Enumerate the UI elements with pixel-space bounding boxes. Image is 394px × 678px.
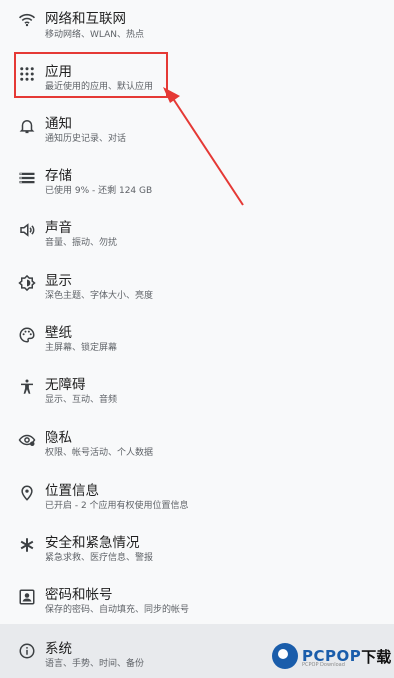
settings-item-subtitle: 已开启 - 2 个应用有权使用位置信息 — [45, 501, 189, 511]
settings-item-subtitle: 移动网络、WLAN、热点 — [45, 30, 145, 40]
bell-icon — [18, 117, 36, 135]
settings-item-title: 位置信息 — [45, 483, 99, 499]
palette-icon — [18, 326, 36, 344]
watermark-tagline: PCPOP Download — [302, 662, 345, 668]
asterisk-icon — [18, 536, 36, 554]
settings-item-title: 系统 — [45, 641, 72, 657]
settings-item-title: 网络和互联网 — [45, 11, 126, 27]
settings-item-title: 声音 — [45, 220, 72, 236]
settings-item-subtitle: 权限、帐号活动、个人数据 — [45, 448, 154, 458]
info-icon — [18, 642, 36, 660]
settings-item-title: 安全和紧急情况 — [45, 535, 140, 551]
settings-item-subtitle: 深色主题、字体大小、亮度 — [45, 291, 154, 301]
settings-item-title: 存储 — [45, 168, 72, 184]
storage-icon — [18, 169, 36, 187]
eye-icon — [18, 431, 36, 449]
wifi-icon — [18, 10, 36, 28]
settings-item-subtitle: 显示、互动、音频 — [45, 395, 118, 405]
settings-item-sound[interactable]: 声音 音量、振动、勿扰 — [0, 204, 394, 256]
pcpop-logo-icon — [272, 643, 298, 669]
settings-item-title: 壁纸 — [45, 325, 72, 341]
highlight-box — [14, 52, 168, 98]
settings-item-title: 通知 — [45, 116, 72, 132]
settings-item-subtitle: 主屏幕、锁定屏幕 — [45, 343, 118, 353]
settings-item-accessibility[interactable]: 无障碍 显示、互动、音频 — [0, 360, 394, 412]
brightness-icon — [18, 274, 36, 292]
settings-item-safety[interactable]: 安全和紧急情况 紧急求救、医疗信息、警报 — [0, 518, 394, 570]
pcpop-watermark: PCPOP 下载 PCPOP Download — [272, 640, 394, 672]
settings-item-notifications[interactable]: 通知 通知历史记录、对话 — [0, 100, 394, 152]
settings-item-storage[interactable]: 存储 已使用 9% - 还剩 124 GB — [0, 152, 394, 204]
settings-item-subtitle: 音量、振动、勿扰 — [45, 238, 118, 248]
settings-item-title: 密码和帐号 — [45, 587, 113, 603]
settings-item-subtitle: 通知历史记录、对话 — [45, 134, 127, 144]
settings-item-title: 隐私 — [45, 430, 72, 446]
settings-item-accounts[interactable]: 密码和帐号 保存的密码、自动填充、同步的帐号 — [0, 570, 394, 622]
settings-item-display[interactable]: 显示 深色主题、字体大小、亮度 — [0, 256, 394, 308]
accessibility-icon — [18, 378, 36, 396]
watermark-suffix: 下载 — [361, 647, 392, 666]
settings-item-subtitle: 已使用 9% - 还剩 124 GB — [45, 186, 153, 196]
settings-item-location[interactable]: 位置信息 已开启 - 2 个应用有权使用位置信息 — [0, 466, 394, 518]
settings-item-privacy[interactable]: 隐私 权限、帐号活动、个人数据 — [0, 413, 394, 465]
location-pin-icon — [18, 484, 36, 502]
settings-item-subtitle: 紧急求救、医疗信息、警报 — [45, 553, 154, 563]
settings-item-subtitle: 保存的密码、自动填充、同步的帐号 — [45, 605, 190, 615]
volume-icon — [18, 221, 36, 239]
account-box-icon — [18, 588, 36, 606]
settings-item-wallpaper[interactable]: 壁纸 主屏幕、锁定屏幕 — [0, 308, 394, 360]
settings-item-subtitle: 语言、手势、时间、备份 — [45, 659, 145, 669]
settings-item-title: 显示 — [45, 273, 72, 289]
settings-item-title: 无障碍 — [45, 377, 86, 393]
settings-item-network[interactable]: 网络和互联网 移动网络、WLAN、热点 — [0, 0, 394, 46]
